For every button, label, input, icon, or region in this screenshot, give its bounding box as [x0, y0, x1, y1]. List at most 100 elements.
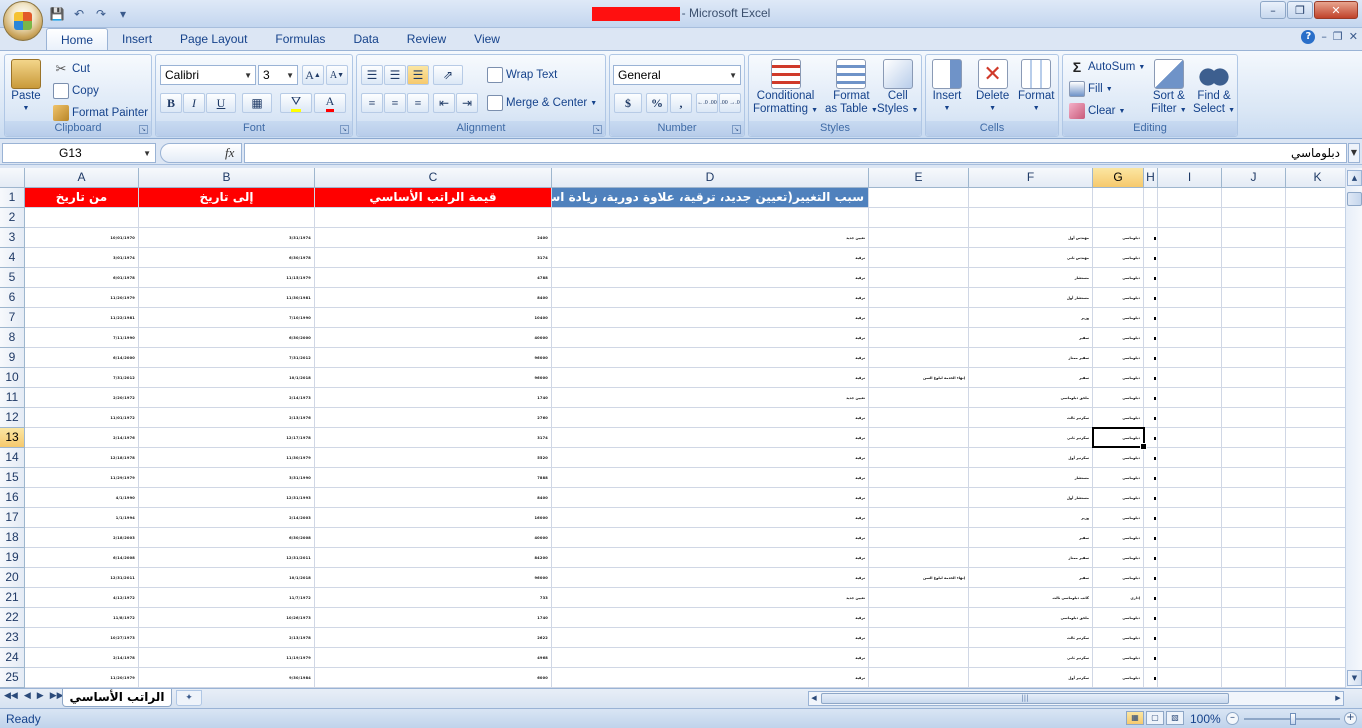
cell-f22[interactable]: ملحق دبلوماسي — [969, 608, 1093, 628]
number-format-combo[interactable]: General ▼ — [613, 65, 741, 85]
cell-b5[interactable]: 11/15/1979 — [139, 268, 315, 288]
decrease-decimal-button[interactable]: .00 →.0 — [719, 93, 741, 113]
zoom-level[interactable]: 100% — [1190, 712, 1221, 726]
cell-b1[interactable]: إلى تاريخ — [139, 188, 315, 208]
cell-styles-button[interactable]: Cell Styles ▼ — [877, 59, 918, 117]
cell-a24[interactable]: 2/14/1978 — [25, 648, 139, 668]
vertical-scroll-thumb[interactable] — [1347, 192, 1362, 206]
cell-c4[interactable]: 3174 — [315, 248, 552, 268]
help-icon[interactable]: ? — [1301, 30, 1316, 44]
paste-button[interactable]: Paste ▼ — [11, 59, 41, 115]
cell-h2[interactable] — [1144, 208, 1158, 228]
row-header-14[interactable]: 14 — [0, 448, 25, 468]
cell-d6[interactable]: ترقية — [552, 288, 869, 308]
cell-c9[interactable]: 96000 — [315, 348, 552, 368]
merge-center-button[interactable]: Merge & Center ▼ — [487, 95, 597, 111]
cell-b17[interactable]: 2/14/2003 — [139, 508, 315, 528]
cell-g8[interactable]: دبلوماسي — [1093, 328, 1144, 348]
format-as-table-button[interactable]: Format as Table ▼ — [825, 59, 878, 117]
cell-e20[interactable]: إنهاء الخدمة لبلوغ السن — [869, 568, 969, 588]
cell-g2[interactable] — [1093, 208, 1144, 228]
cell-f2[interactable] — [969, 208, 1093, 228]
cell-f4[interactable]: مهندس ثاني — [969, 248, 1093, 268]
cell-c2[interactable] — [315, 208, 552, 228]
tab-page-layout[interactable]: Page Layout — [166, 28, 261, 50]
cell-b7[interactable]: 7/10/1990 — [139, 308, 315, 328]
row-header-22[interactable]: 22 — [0, 608, 25, 628]
sheet-tab[interactable]: الراتب الأساسي — [62, 689, 172, 707]
cell-j10[interactable] — [1222, 368, 1286, 388]
font-name-combo[interactable]: Calibri ▼ — [160, 65, 256, 85]
cell-a17[interactable]: 1/1/1994 — [25, 508, 139, 528]
cell-j1[interactable] — [1222, 188, 1286, 208]
cell-j13[interactable] — [1222, 428, 1286, 448]
cell-g25[interactable]: دبلوماسي — [1093, 668, 1144, 688]
cell-g14[interactable]: دبلوماسي — [1093, 448, 1144, 468]
horizontal-scroll-thumb[interactable]: ||| — [821, 693, 1229, 704]
cell-h12[interactable] — [1144, 408, 1158, 428]
cell-d23[interactable]: ترقية — [552, 628, 869, 648]
ribbon-minimize-icon[interactable]: – — [1321, 30, 1327, 44]
cell-b10[interactable]: 10/1/2018 — [139, 368, 315, 388]
cell-j14[interactable] — [1222, 448, 1286, 468]
cell-d7[interactable]: ترقية — [552, 308, 869, 328]
cell-b3[interactable]: 3/31/1974 — [139, 228, 315, 248]
cell-f6[interactable]: مستشار أول — [969, 288, 1093, 308]
wrap-text-button[interactable]: Wrap Text — [487, 67, 557, 83]
cell-a9[interactable]: 6/14/2000 — [25, 348, 139, 368]
cell-a12[interactable]: 11/01/1972 — [25, 408, 139, 428]
cell-h10[interactable] — [1144, 368, 1158, 388]
cell-d17[interactable]: ترقية — [552, 508, 869, 528]
cell-b15[interactable]: 3/31/1990 — [139, 468, 315, 488]
row-header-21[interactable]: 21 — [0, 588, 25, 608]
orientation-button[interactable]: ⇗ — [433, 65, 463, 85]
cell-a23[interactable]: 10/27/1973 — [25, 628, 139, 648]
row-header-24[interactable]: 24 — [0, 648, 25, 668]
cell-j18[interactable] — [1222, 528, 1286, 548]
cell-c11[interactable]: 1740 — [315, 388, 552, 408]
scroll-right-icon[interactable]: ▶ — [1333, 692, 1343, 705]
cell-j8[interactable] — [1222, 328, 1286, 348]
insert-cells-button[interactable]: Insert ▼ — [932, 59, 962, 115]
cell-f5[interactable]: مستشار — [969, 268, 1093, 288]
sort-filter-button[interactable]: Sort & Filter ▼ — [1151, 59, 1187, 117]
cell-d22[interactable]: ترقية — [552, 608, 869, 628]
cell-e11[interactable] — [869, 388, 969, 408]
cell-i22[interactable] — [1158, 608, 1222, 628]
cell-i16[interactable] — [1158, 488, 1222, 508]
cell-g23[interactable]: دبلوماسي — [1093, 628, 1144, 648]
cell-e14[interactable] — [869, 448, 969, 468]
cell-i19[interactable] — [1158, 548, 1222, 568]
cell-k22[interactable] — [1286, 608, 1345, 628]
cell-j9[interactable] — [1222, 348, 1286, 368]
cell-e24[interactable] — [869, 648, 969, 668]
cell-j24[interactable] — [1222, 648, 1286, 668]
font-launcher-icon[interactable]: ↘ — [340, 125, 349, 134]
cell-a11[interactable]: 2/20/1972 — [25, 388, 139, 408]
cell-c8[interactable]: 40000 — [315, 328, 552, 348]
cell-g7[interactable]: دبلوماسي — [1093, 308, 1144, 328]
find-select-button[interactable]: Find & Select ▼ — [1193, 59, 1235, 117]
tab-review[interactable]: Review — [393, 28, 460, 50]
cell-a5[interactable]: 6/01/1978 — [25, 268, 139, 288]
cell-j15[interactable] — [1222, 468, 1286, 488]
cell-i20[interactable] — [1158, 568, 1222, 588]
percent-button[interactable]: % — [646, 93, 668, 113]
cell-j3[interactable] — [1222, 228, 1286, 248]
cell-h3[interactable] — [1144, 228, 1158, 248]
cell-a18[interactable]: 2/18/2003 — [25, 528, 139, 548]
column-header-h[interactable]: H — [1144, 168, 1158, 188]
zoom-slider-thumb[interactable] — [1290, 713, 1296, 725]
cell-k13[interactable] — [1286, 428, 1345, 448]
cell-b18[interactable]: 6/30/2008 — [139, 528, 315, 548]
cell-k25[interactable] — [1286, 668, 1345, 688]
ribbon-restore-icon[interactable]: ❐ — [1333, 30, 1343, 44]
cell-i9[interactable] — [1158, 348, 1222, 368]
cell-k1[interactable] — [1286, 188, 1345, 208]
cell-h1[interactable] — [1144, 188, 1158, 208]
cell-k7[interactable] — [1286, 308, 1345, 328]
decrease-indent-button[interactable]: ⇤ — [433, 93, 455, 113]
tab-view[interactable]: View — [460, 28, 514, 50]
cell-d20[interactable]: ترقية — [552, 568, 869, 588]
cell-i5[interactable] — [1158, 268, 1222, 288]
